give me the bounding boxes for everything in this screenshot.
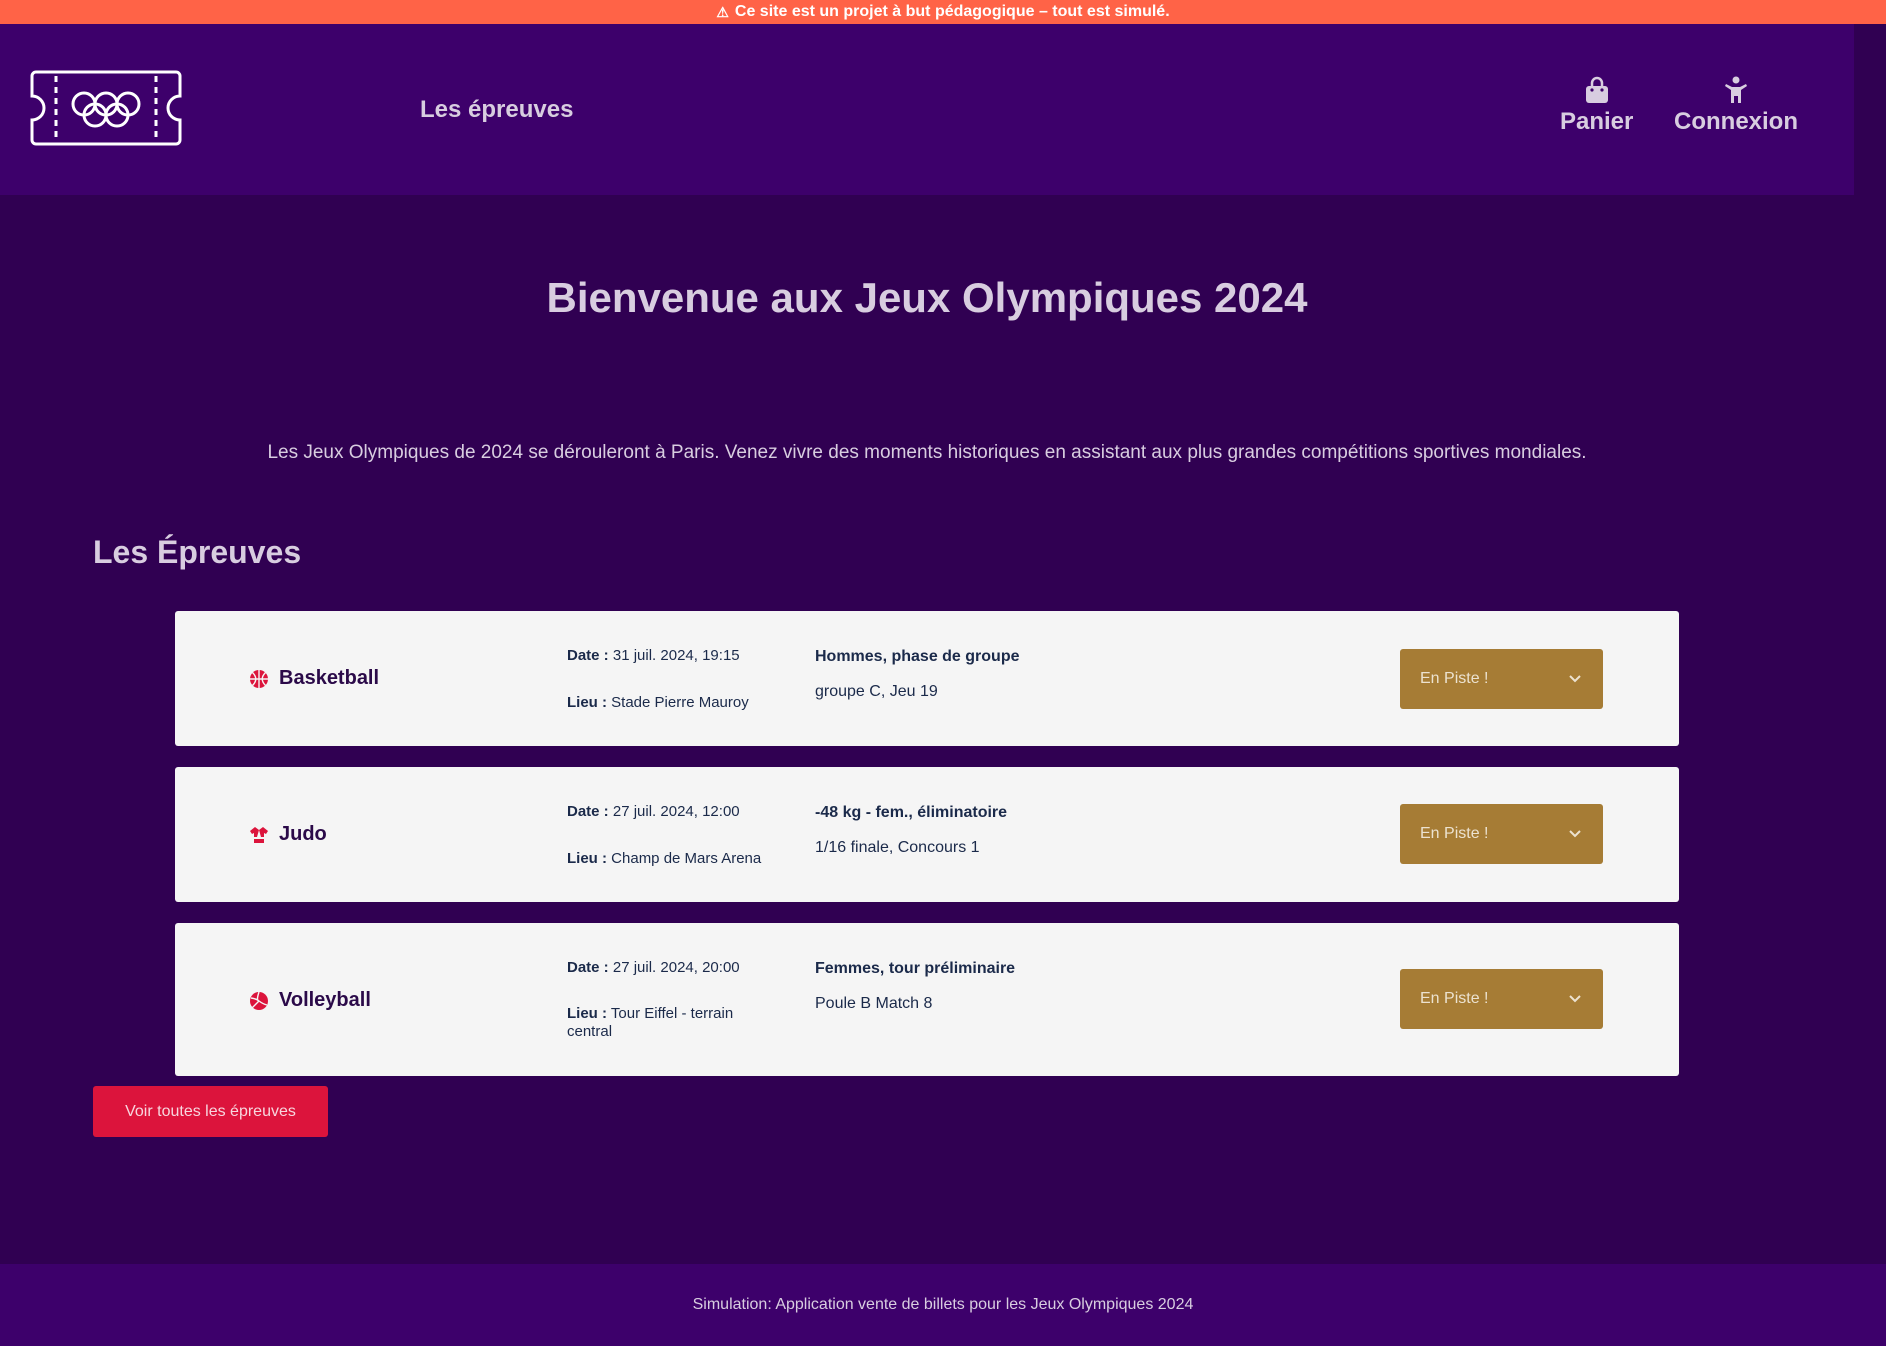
- intro-text: Les Jeux Olympiques de 2024 se déroulero…: [267, 442, 1587, 463]
- site-header: Les épreuves Panier Connexion: [0, 24, 1854, 195]
- venue-label: Lieu :: [567, 694, 607, 711]
- date-label: Date :: [567, 959, 609, 976]
- event-sport: Basketball: [249, 667, 379, 690]
- basketball-icon: [250, 669, 268, 688]
- ticket-select-value: En Piste !: [1420, 825, 1489, 842]
- event-card: Judo Date : 27 juil. 2024, 12:00 Lieu : …: [175, 767, 1679, 902]
- ticket-select[interactable]: En Piste !: [1400, 969, 1603, 1029]
- event-venue: Lieu : Tour Eiffel - terrain central: [567, 1005, 767, 1041]
- warning-icon: ⚠: [716, 3, 729, 20]
- ticket-select-value: En Piste !: [1420, 990, 1489, 1007]
- event-card: Volleyball Date : 27 juil. 2024, 20:00 L…: [175, 923, 1679, 1076]
- cart-label: Panier: [1560, 108, 1634, 135]
- footer-text: Simulation: Application vente de billets…: [692, 1296, 1194, 1313]
- events-heading: Les Épreuves: [93, 534, 302, 570]
- event-date-value: 27 juil. 2024, 20:00: [612, 959, 740, 976]
- event-date: Date : 27 juil. 2024, 20:00: [567, 959, 767, 977]
- date-label: Date :: [567, 803, 609, 820]
- chevron-down-icon: [1569, 675, 1581, 683]
- event-venue: Lieu : Champ de Mars Arena: [567, 850, 767, 868]
- page-title: Bienvenue aux Jeux Olympiques 2024: [546, 274, 1308, 321]
- login-label: Connexion: [1674, 108, 1798, 135]
- person-icon: [1725, 76, 1747, 103]
- event-date-value: 31 juil. 2024, 19:15: [612, 647, 740, 664]
- judo-icon: [250, 826, 268, 843]
- chevron-down-icon: [1569, 995, 1581, 1003]
- event-phase: Hommes, phase de groupe: [815, 648, 1020, 665]
- ticket-select-value: En Piste !: [1420, 670, 1489, 687]
- event-detail: groupe C, Jeu 19: [815, 683, 938, 700]
- nav-link-epreuves[interactable]: Les épreuves: [420, 96, 573, 124]
- event-sport-name: Volleyball: [279, 989, 371, 1011]
- event-card: Basketball Date : 31 juil. 2024, 19:15 L…: [175, 611, 1679, 746]
- event-sport-name: Basketball: [279, 667, 380, 689]
- ticket-select[interactable]: En Piste !: [1400, 649, 1603, 709]
- date-label: Date :: [567, 647, 609, 664]
- ticket-select[interactable]: En Piste !: [1400, 804, 1603, 864]
- event-phase: -48 kg - fem., éliminatoire: [815, 804, 1008, 821]
- event-venue: Lieu : Stade Pierre Mauroy: [567, 694, 767, 712]
- event-venue-value: Champ de Mars Arena: [611, 850, 762, 867]
- event-date: Date : 27 juil. 2024, 12:00: [567, 803, 767, 821]
- event-sport: Volleyball: [249, 989, 371, 1012]
- event-detail: Poule B Match 8: [815, 995, 933, 1012]
- event-sport: Judo: [249, 823, 327, 846]
- event-phase: Femmes, tour préliminaire: [815, 960, 1016, 977]
- chevron-down-icon: [1569, 830, 1581, 838]
- venue-label: Lieu :: [567, 850, 607, 867]
- login-button[interactable]: Connexion: [1674, 76, 1798, 136]
- event-venue-value: Stade Pierre Mauroy: [611, 694, 749, 711]
- venue-label: Lieu :: [567, 1005, 607, 1022]
- olympic-ticket-logo[interactable]: [30, 68, 182, 148]
- cart-button[interactable]: Panier: [1560, 76, 1633, 136]
- site-footer: Simulation: Application vente de billets…: [0, 1264, 1886, 1346]
- disclaimer-banner: ⚠ Ce site est un projet à but pédagogiqu…: [0, 0, 1886, 24]
- event-date-value: 27 juil. 2024, 12:00: [612, 803, 740, 820]
- shopping-bag-icon: [1585, 76, 1608, 103]
- banner-text: Ce site est un projet à but pédagogique …: [734, 3, 1170, 20]
- view-all-events-button[interactable]: Voir toutes les épreuves: [93, 1086, 328, 1137]
- event-detail: 1/16 finale, Concours 1: [815, 839, 980, 856]
- event-sport-name: Judo: [279, 823, 327, 845]
- event-date: Date : 31 juil. 2024, 19:15: [567, 647, 767, 665]
- volleyball-icon: [250, 991, 268, 1010]
